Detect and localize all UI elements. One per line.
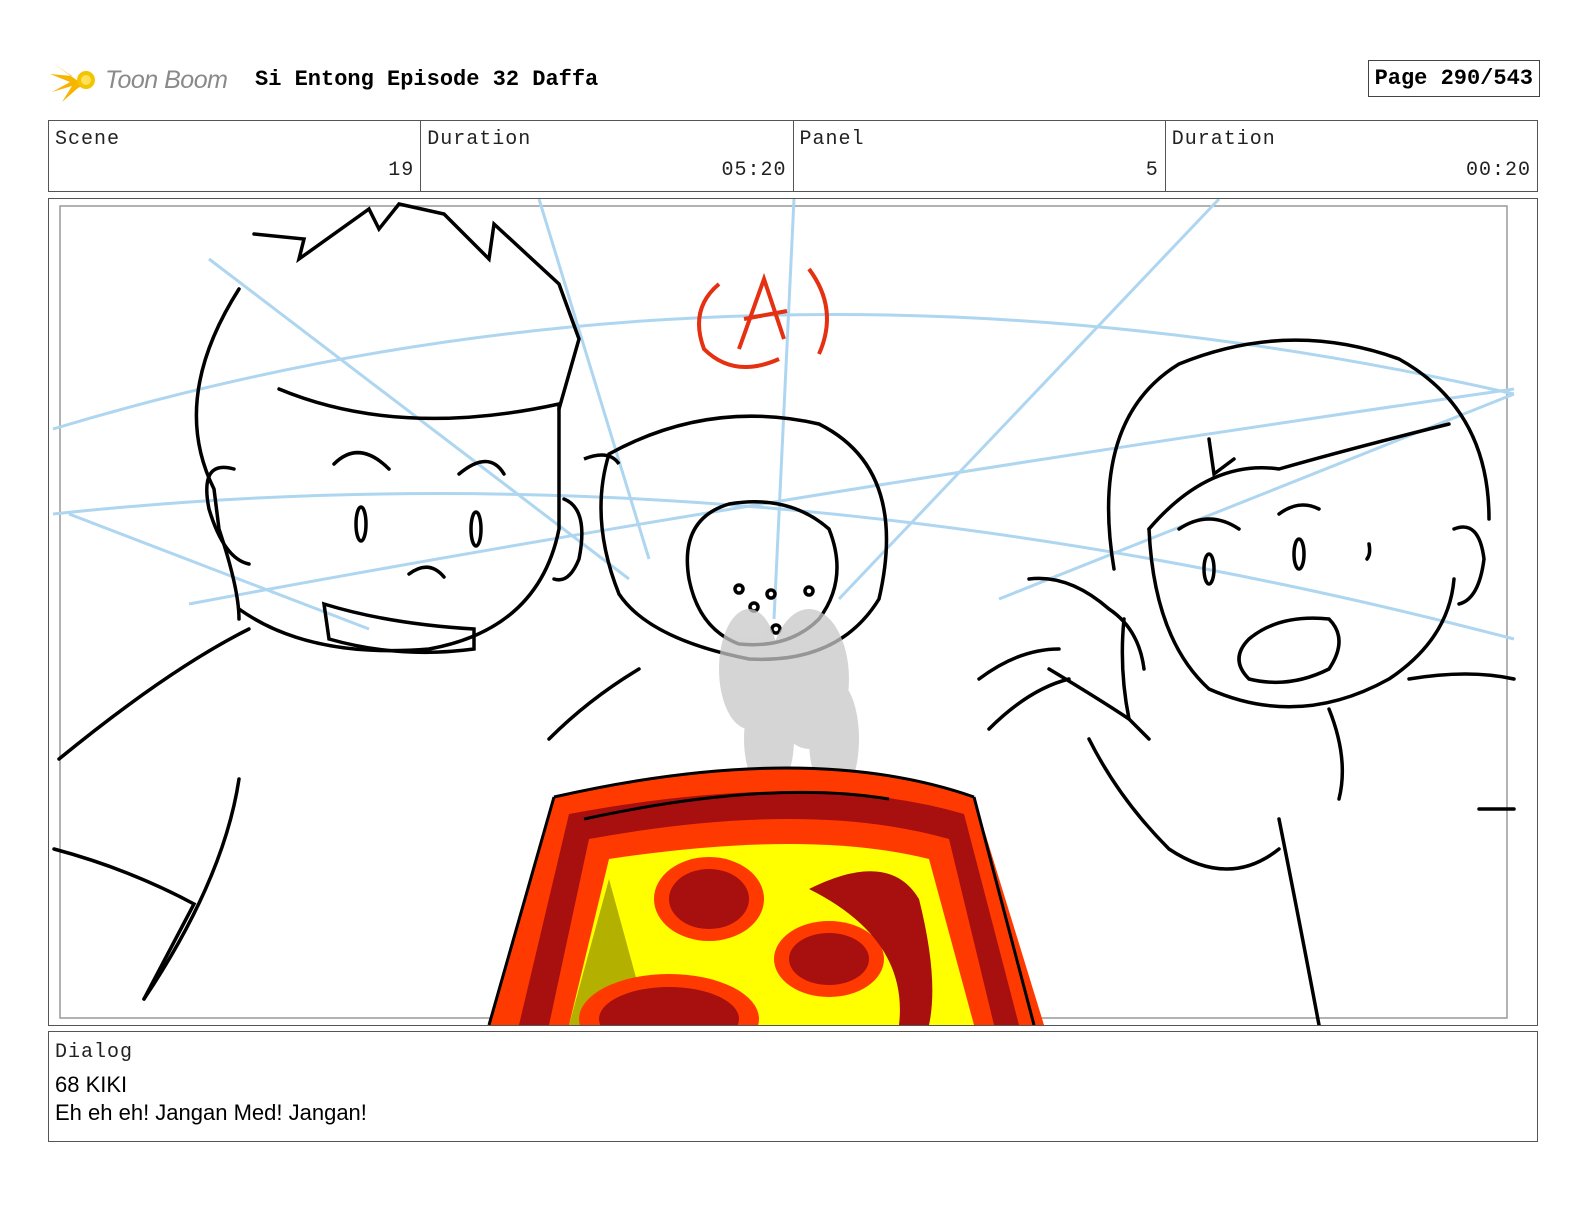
panel-duration-cell: Duration 00:20 <box>1166 121 1537 191</box>
scene-label: Scene <box>55 128 121 151</box>
panel-duration-value: 00:20 <box>1465 159 1531 182</box>
panel-cell: Panel 5 <box>794 121 1166 191</box>
scene-duration-value: 05:20 <box>721 159 787 182</box>
scene-cell: Scene 19 <box>49 121 422 191</box>
page-header: Toon Boom Si Entong Episode 32 Daffa Pag… <box>50 56 1540 106</box>
storyboard-sketch <box>52 199 1516 1025</box>
lava-pot <box>487 766 1044 1025</box>
character-right <box>977 338 1516 1025</box>
panel-label: Panel <box>799 128 865 151</box>
dialog-speaker: 68 KIKI <box>55 1072 128 1097</box>
scene-duration-cell: Duration 05:20 <box>421 121 794 191</box>
scene-duration-label: Duration <box>427 128 532 151</box>
dialog-box: Dialog 68 KIKI Eh eh eh! Jangan Med! Jan… <box>48 1031 1538 1142</box>
panel-duration-label: Duration <box>1171 128 1276 151</box>
starburst-icon <box>50 64 95 102</box>
logo-text: Toon Boom <box>105 66 228 94</box>
scene-value: 19 <box>388 159 415 182</box>
scene-info-table: Scene 19 Duration 05:20 Panel 5 Duration… <box>48 120 1538 192</box>
dialog-label: Dialog <box>55 1041 134 1064</box>
dialog-text: Eh eh eh! Jangan Med! Jangan! <box>55 1100 367 1125</box>
panel-value: 5 <box>1145 159 1159 182</box>
toon-boom-logo: Toon Boom <box>50 56 240 106</box>
document-title: Si Entong Episode 32 Daffa <box>255 67 599 92</box>
page-number: Page 290/543 <box>1367 60 1540 97</box>
storyboard-panel <box>48 198 1538 1026</box>
